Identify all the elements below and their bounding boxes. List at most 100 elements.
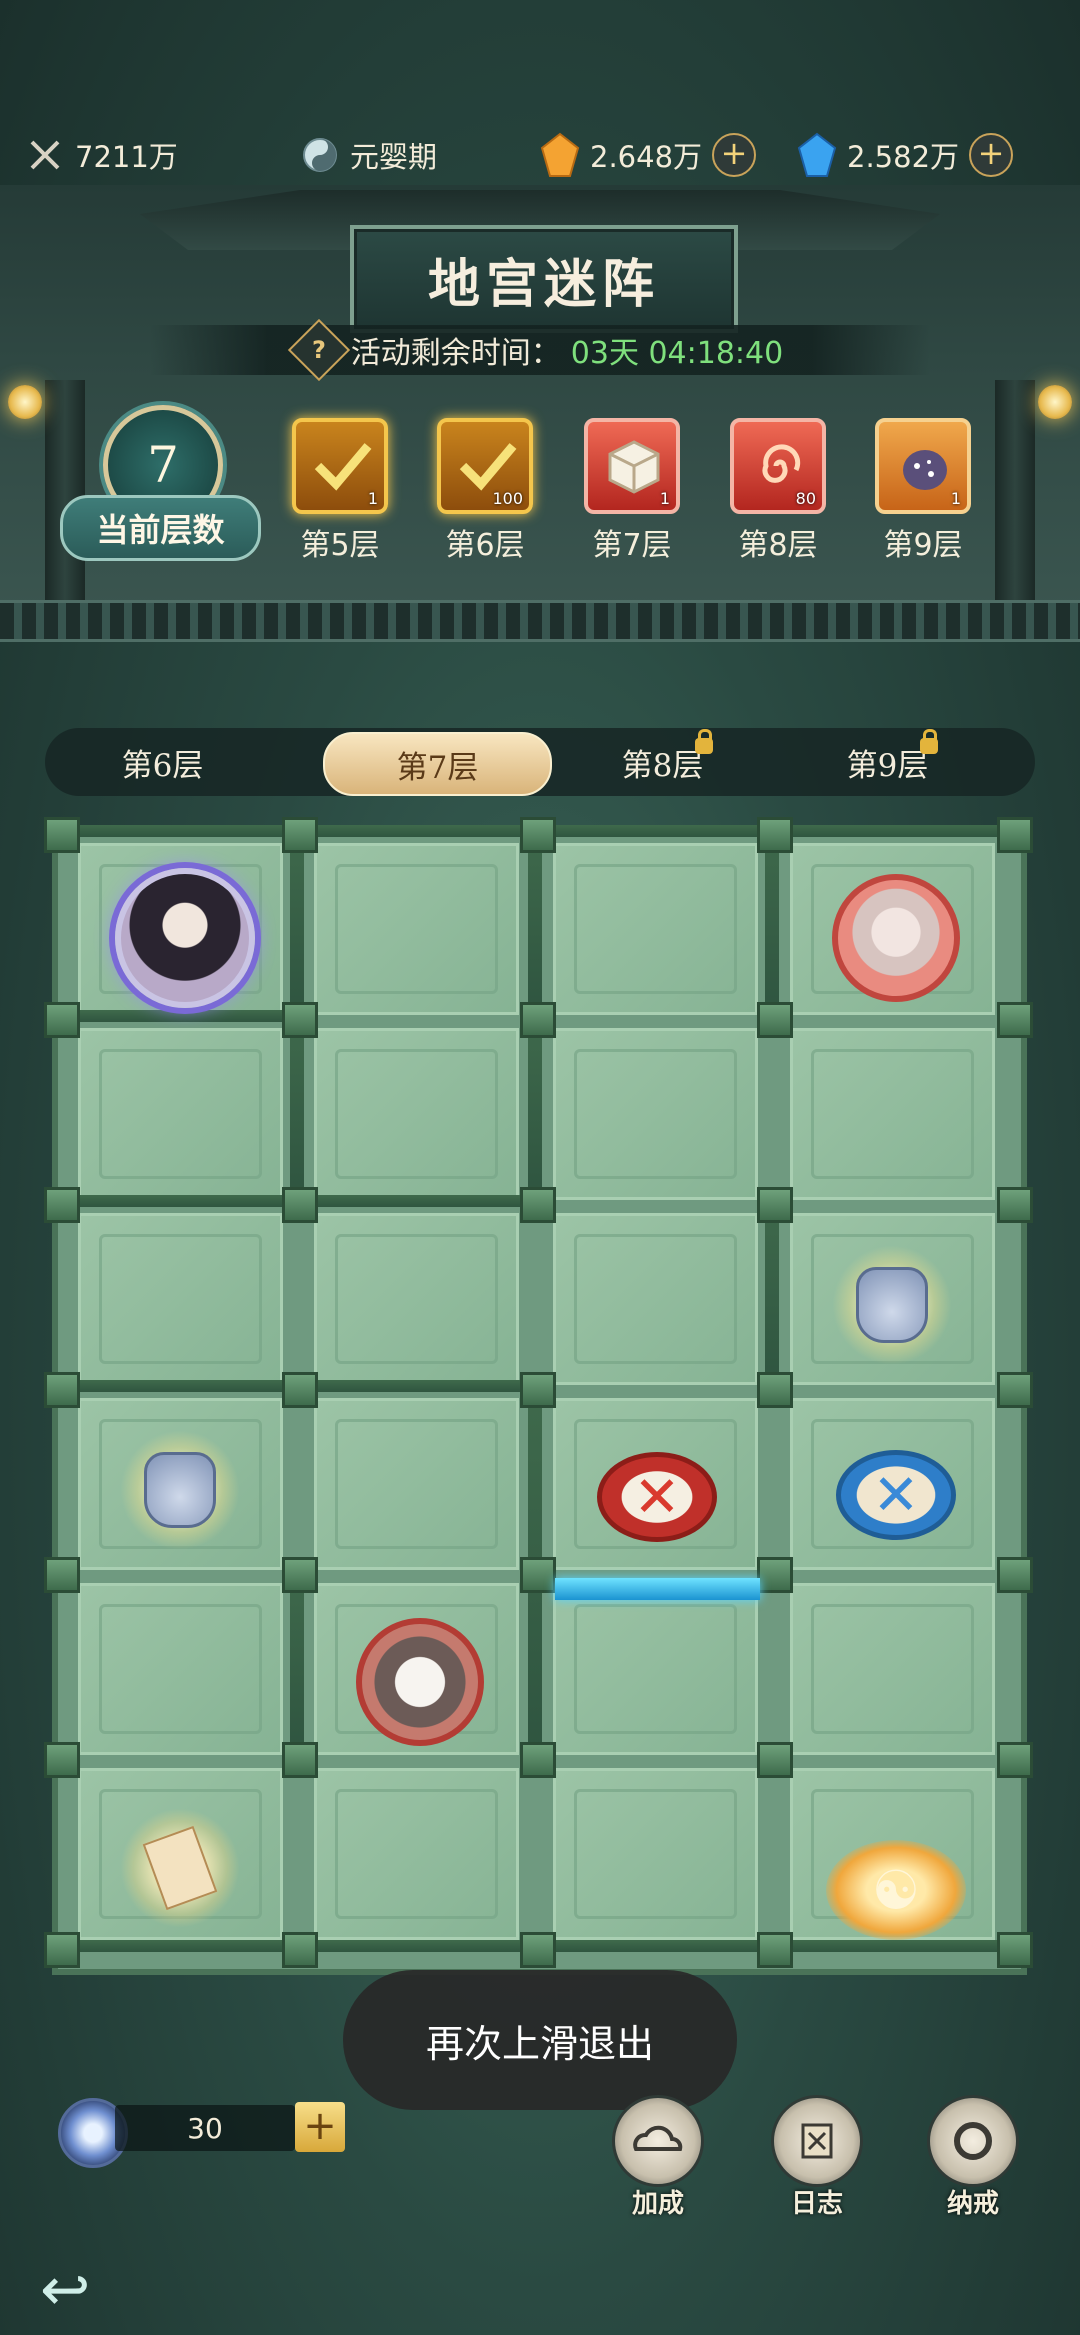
maze-post bbox=[282, 1372, 318, 1408]
treasure-bag-icon[interactable] bbox=[120, 1430, 240, 1550]
maze-post bbox=[520, 817, 556, 853]
maze-cell[interactable] bbox=[314, 1028, 519, 1200]
help-icon[interactable]: ? bbox=[287, 318, 350, 382]
maze-cell[interactable] bbox=[790, 1028, 995, 1200]
stamina-value: 30 bbox=[115, 2105, 295, 2151]
maze-post bbox=[757, 1002, 793, 1038]
spiral-token-icon: 80 bbox=[730, 418, 826, 514]
railing bbox=[0, 600, 1080, 642]
add-gold-crystal-button[interactable]: + bbox=[712, 133, 757, 177]
maze-post bbox=[44, 1557, 80, 1593]
maze-post bbox=[757, 1372, 793, 1408]
timer-value: 03天 04:18:40 bbox=[570, 336, 784, 371]
maze-wall bbox=[290, 1195, 540, 1207]
maze-cell[interactable] bbox=[314, 1768, 519, 1940]
treasure-bag-icon[interactable] bbox=[832, 1245, 952, 1365]
reward-layer-6[interactable]: 100 第6层 bbox=[435, 418, 535, 564]
maze-post bbox=[757, 1742, 793, 1778]
add-blue-crystal-button[interactable]: + bbox=[969, 133, 1014, 177]
reward-layer-5[interactable]: 1 第5层 bbox=[290, 418, 390, 564]
crossed-swords-icon bbox=[25, 135, 65, 175]
opened-gate-bar bbox=[555, 1578, 760, 1600]
maze-post bbox=[757, 1187, 793, 1223]
reward-layer-9[interactable]: 1 第9层 bbox=[873, 418, 973, 564]
tab-layer-9[interactable]: 第9层 bbox=[775, 729, 1000, 792]
enemy-elder-portrait[interactable] bbox=[832, 874, 960, 1002]
treasure-chest-icon: 1 bbox=[292, 418, 388, 514]
bonus-button[interactable]: 加成 bbox=[603, 2095, 713, 2220]
reward-layer-7[interactable]: 1 第7层 bbox=[582, 418, 682, 564]
blue-crystal-value: 2.582万 bbox=[847, 140, 960, 174]
combat-power-value: 7211万 bbox=[75, 140, 178, 174]
maze-post bbox=[997, 1372, 1033, 1408]
maze-wall bbox=[52, 1380, 302, 1392]
reward-label: 第5层 bbox=[300, 528, 380, 563]
taiji-exit-icon[interactable]: ☯ bbox=[826, 1840, 966, 1940]
blue-trap-icon[interactable]: ✕ bbox=[836, 1450, 956, 1540]
reward-label: 第8层 bbox=[738, 528, 818, 563]
maze-cell[interactable] bbox=[553, 843, 758, 1015]
storage-ring-button[interactable]: 纳戒 bbox=[918, 2095, 1028, 2220]
current-layer-label: 当前层数 bbox=[60, 495, 261, 561]
exit-toast: 再次上滑退出 bbox=[343, 1970, 737, 2110]
maze-cell[interactable] bbox=[314, 1398, 519, 1570]
maze-cell[interactable] bbox=[78, 1213, 283, 1385]
shield-token-icon: 100 bbox=[437, 418, 533, 514]
player-avatar[interactable] bbox=[115, 868, 255, 1008]
maze-wall bbox=[290, 1380, 540, 1392]
maze-cell[interactable] bbox=[553, 1213, 758, 1385]
scroll-icon bbox=[771, 2095, 863, 2187]
maze-post bbox=[757, 1932, 793, 1968]
cube-box-icon: 1 bbox=[584, 418, 680, 514]
maze-cell[interactable] bbox=[314, 1213, 519, 1385]
star-bag-icon: 1 bbox=[875, 418, 971, 514]
gold-crystal-value: 2.648万 bbox=[590, 140, 703, 174]
maze-cell[interactable] bbox=[553, 1028, 758, 1200]
realm-value: 元婴期 bbox=[350, 140, 438, 174]
scroll-item-icon[interactable] bbox=[120, 1808, 240, 1928]
maze-post bbox=[520, 1557, 556, 1593]
enemy-beast-portrait[interactable] bbox=[356, 1618, 484, 1746]
maze-cell[interactable] bbox=[314, 843, 519, 1015]
maze-post bbox=[282, 1742, 318, 1778]
maze-post bbox=[520, 1372, 556, 1408]
maze-post bbox=[44, 1002, 80, 1038]
event-title: 地宫迷阵 bbox=[427, 253, 660, 315]
add-stamina-button[interactable]: + bbox=[295, 2102, 345, 2152]
maze-post bbox=[997, 1742, 1033, 1778]
maze-cell[interactable] bbox=[790, 1583, 995, 1755]
combat-power: 7211万 bbox=[25, 132, 178, 178]
maze-post bbox=[520, 1002, 556, 1038]
maze-cell[interactable] bbox=[553, 1583, 758, 1755]
claimed-check-icon bbox=[459, 443, 517, 491]
timer-label: 活动剩余时间： bbox=[350, 336, 561, 371]
reward-layer-8[interactable]: 80 第8层 bbox=[728, 418, 828, 564]
maze-cell[interactable] bbox=[78, 1583, 283, 1755]
tab-layer-8[interactable]: 第8层 bbox=[550, 729, 775, 792]
maze-post bbox=[997, 1557, 1033, 1593]
maze-post bbox=[757, 817, 793, 853]
tab-layer-7[interactable]: 第7层 bbox=[323, 732, 552, 796]
maze-wall bbox=[52, 1195, 302, 1207]
maze-post bbox=[282, 1187, 318, 1223]
maze-cell[interactable] bbox=[78, 1028, 283, 1200]
taiji-orb-icon bbox=[300, 135, 340, 175]
lantern-right bbox=[1038, 385, 1072, 419]
maze-post bbox=[757, 1557, 793, 1593]
maze-post bbox=[997, 1187, 1033, 1223]
back-arrow-icon[interactable]: ↩ bbox=[40, 2255, 130, 2325]
maze-cell[interactable] bbox=[553, 1768, 758, 1940]
maze-post bbox=[997, 1932, 1033, 1968]
maze-post bbox=[520, 1742, 556, 1778]
red-trap-icon[interactable]: ✕ bbox=[597, 1452, 717, 1542]
cloud-icon bbox=[612, 2095, 704, 2187]
blue-crystal-icon bbox=[797, 132, 837, 177]
maze-post bbox=[282, 1932, 318, 1968]
ring-icon bbox=[927, 2095, 1019, 2187]
claimed-check-icon bbox=[314, 443, 372, 491]
tab-layer-6[interactable]: 第6层 bbox=[50, 732, 275, 792]
gold-crystal-resource: 2.648万 + bbox=[540, 132, 757, 178]
event-title-board: 地宫迷阵 bbox=[350, 225, 738, 333]
log-button[interactable]: 日志 bbox=[762, 2095, 872, 2220]
orange-crystal-icon bbox=[540, 132, 580, 177]
